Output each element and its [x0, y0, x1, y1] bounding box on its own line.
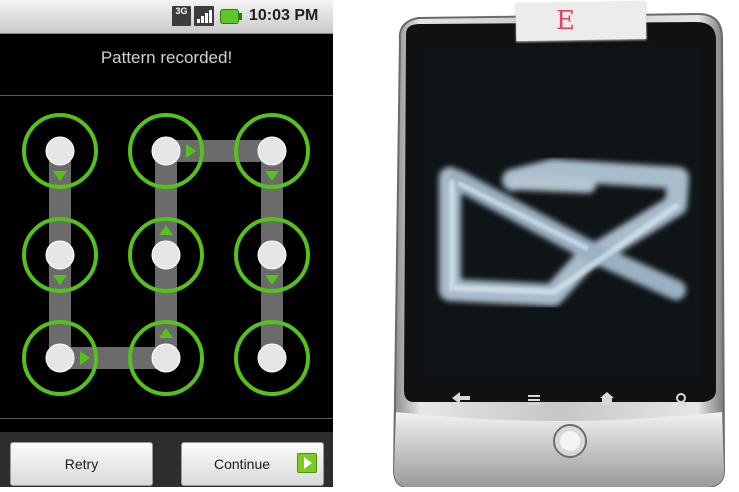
divider — [0, 418, 333, 419]
arrow-right-icon — [297, 453, 317, 473]
page-title: Pattern recorded! — [100, 48, 233, 67]
tape-strip — [515, 0, 647, 42]
button-bar: Retry Continue — [0, 432, 333, 487]
pattern-grid[interactable] — [0, 96, 333, 418]
3g-icon: 3G — [172, 6, 191, 26]
continue-label: Continue — [214, 456, 271, 472]
tape-label: E — [556, 6, 575, 36]
android-screen: 3G 10:03 PM Pattern recorded! Retry Cont… — [0, 0, 333, 487]
network-type: 3G — [175, 6, 188, 16]
menu-icon — [528, 395, 540, 397]
status-bar: 3G 10:03 PM — [0, 0, 333, 34]
pattern-canvas[interactable] — [0, 96, 333, 418]
status-time: 10:03 PM — [249, 7, 319, 24]
continue-button[interactable]: Continue — [181, 442, 324, 486]
phone-photo — [378, 0, 739, 488]
signal-icon — [194, 6, 214, 26]
retry-button[interactable]: Retry — [10, 442, 153, 486]
battery-icon — [220, 9, 242, 24]
